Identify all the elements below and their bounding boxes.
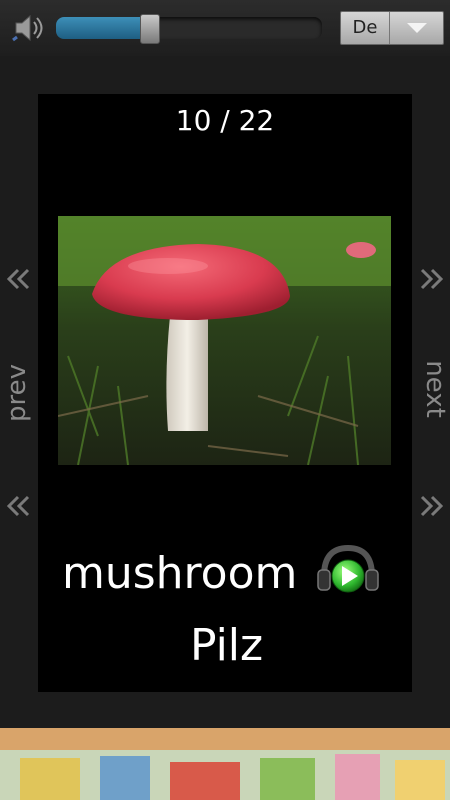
- prev-button[interactable]: prev: [2, 364, 32, 422]
- language-select-toggle[interactable]: [389, 12, 444, 44]
- volume-slider-thumb[interactable]: [140, 14, 161, 44]
- language-select[interactable]: De: [340, 11, 444, 45]
- next-button[interactable]: next: [420, 360, 450, 418]
- speaker-icon[interactable]: [10, 10, 46, 46]
- double-chevron-right-icon[interactable]: [418, 268, 444, 290]
- card-counter: 10 / 22: [175, 104, 275, 137]
- double-chevron-left-icon[interactable]: [6, 268, 32, 290]
- play-audio-button[interactable]: [316, 544, 380, 598]
- volume-slider-fill: [56, 17, 150, 39]
- ad-banner[interactable]: [0, 728, 450, 800]
- card-translation: Pilz: [190, 620, 264, 671]
- mushroom-photo: [58, 216, 391, 465]
- language-select-value: De: [352, 17, 378, 38]
- volume-slider[interactable]: [56, 14, 322, 44]
- double-chevron-left-icon[interactable]: [6, 495, 32, 517]
- chevron-down-icon: [407, 23, 427, 33]
- card-word: mushroom: [62, 548, 298, 599]
- top-bar: De: [0, 0, 450, 56]
- headphones-play-icon: [317, 544, 379, 593]
- double-chevron-right-icon[interactable]: [418, 495, 444, 517]
